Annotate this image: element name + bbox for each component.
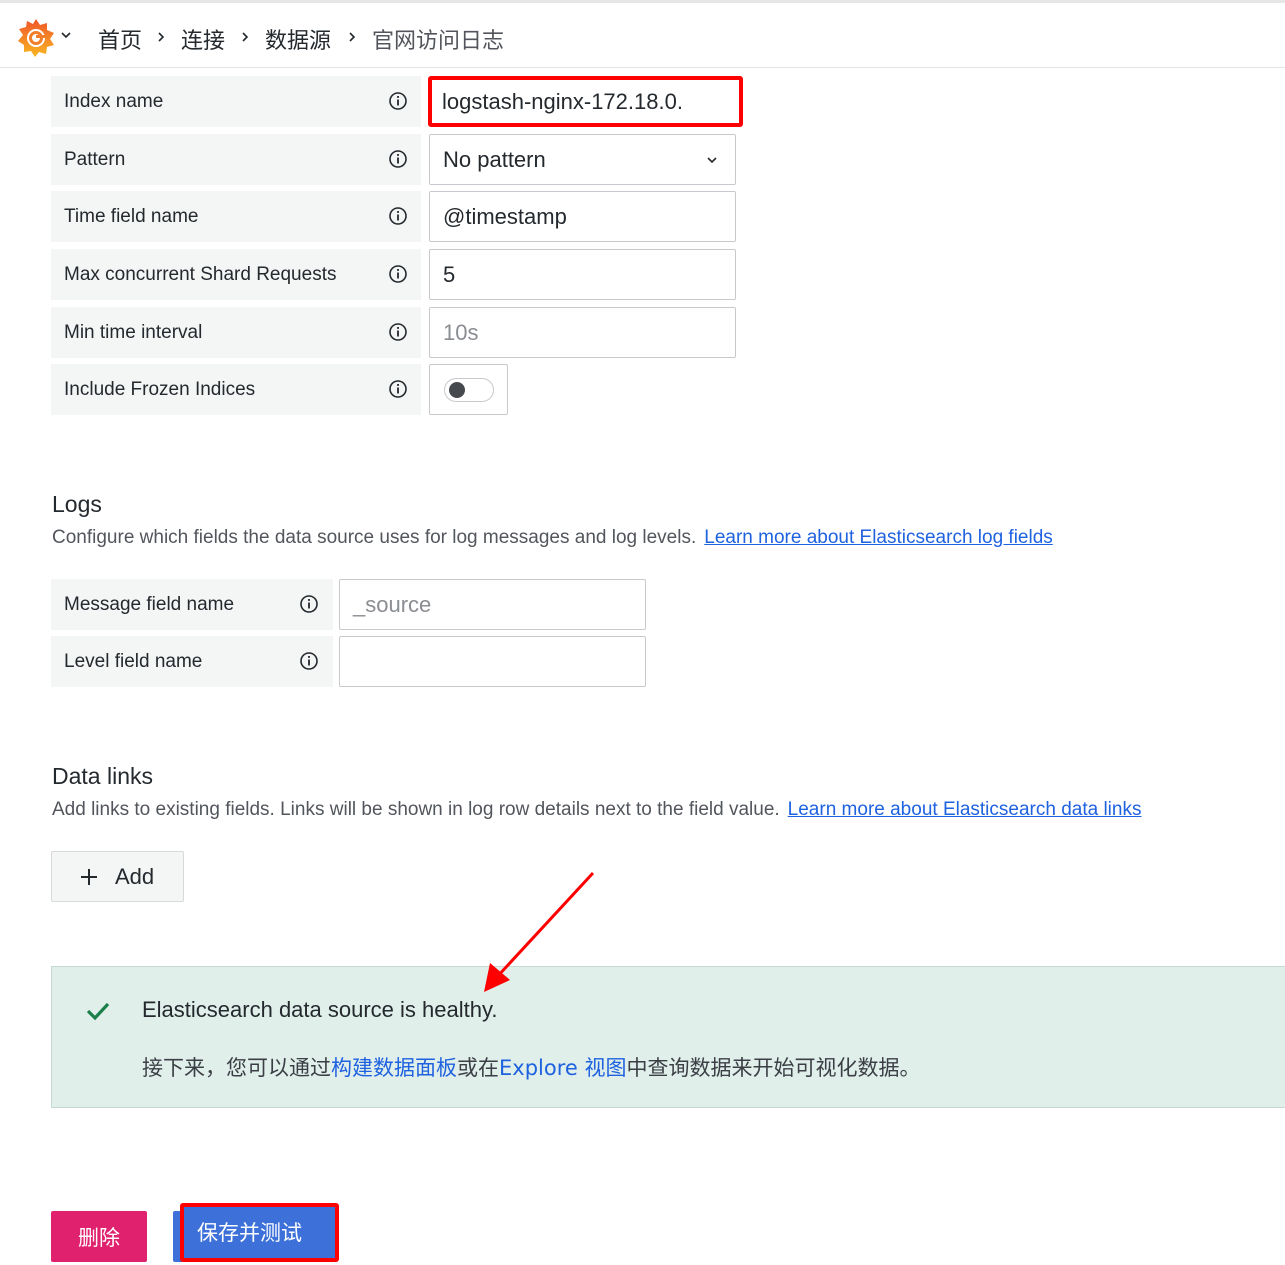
info-circle-icon[interactable]: [299, 594, 319, 614]
index-name-label: Index name: [51, 76, 421, 127]
chevron-right-icon: [349, 32, 356, 42]
explore-view-link[interactable]: Explore 视图: [499, 1056, 626, 1080]
time-field-input[interactable]: @timestamp: [429, 191, 736, 242]
alert-msg-suffix: 中查询数据来开始可视化数据。: [626, 1056, 921, 1080]
breadcrumb-connections[interactable]: 连接: [181, 23, 225, 55]
data-links-section-description: Add links to existing fields. Links will…: [52, 799, 1141, 821]
level-field-label: Level field name: [51, 636, 333, 687]
info-circle-icon[interactable]: [388, 264, 408, 284]
annotation-arrow: [484, 871, 595, 992]
breadcrumb-current: 官网访问日志: [372, 29, 505, 54]
alert-title: Elasticsearch data source is healthy.: [142, 997, 498, 1022]
frozen-indices-label: Include Frozen Indices: [51, 364, 421, 415]
chevron-right-icon: [242, 32, 249, 42]
data-links-description-text: Add links to existing fields. Links will…: [52, 799, 780, 820]
pattern-select-value: No pattern: [443, 147, 546, 172]
max-shard-label: Max concurrent Shard Requests: [51, 249, 421, 300]
info-circle-icon[interactable]: [388, 379, 408, 399]
max-shard-input[interactable]: 5: [429, 249, 736, 300]
pattern-label: Pattern: [51, 134, 421, 185]
chevron-down-icon[interactable]: [60, 29, 72, 41]
check-icon: [86, 1002, 110, 1021]
frozen-indices-toggle[interactable]: [429, 364, 508, 415]
toggle-knob: [449, 382, 465, 398]
info-circle-icon[interactable]: [388, 149, 408, 169]
pattern-select[interactable]: No pattern: [429, 134, 736, 185]
health-check-alert: Elasticsearch data source is healthy. 接下…: [51, 966, 1285, 1108]
add-data-link-label: Add: [115, 864, 155, 889]
chevron-down-icon: [707, 157, 717, 164]
alert-message: 接下来，您可以通过构建数据面板或在Explore 视图中查询数据来开始可视化数据…: [142, 1052, 920, 1082]
info-circle-icon[interactable]: [299, 651, 319, 671]
alert-msg-mid: 或在: [457, 1056, 499, 1080]
logs-learn-more-link[interactable]: Learn more about Elasticsearch log field…: [704, 527, 1053, 548]
logs-section-title: Logs: [52, 491, 102, 517]
build-dashboard-link[interactable]: 构建数据面板: [331, 1056, 457, 1080]
add-data-link-button[interactable]: Add: [51, 851, 184, 902]
message-field-input[interactable]: _source: [339, 579, 646, 630]
breadcrumb-home[interactable]: 首页: [98, 23, 142, 55]
annotation-highlight-box: [180, 1203, 339, 1262]
min-interval-label: Min time interval: [51, 307, 421, 358]
top-nav-bar: 首页 连接 数据源 官网访问日志: [0, 0, 1285, 68]
logs-description-text: Configure which fields the data source u…: [52, 527, 697, 548]
time-field-label: Time field name: [51, 191, 421, 242]
alert-msg-prefix: 接下来，您可以通过: [142, 1056, 331, 1080]
info-circle-icon[interactable]: [388, 206, 408, 226]
plus-icon: [81, 869, 97, 885]
logs-section-description: Configure which fields the data source u…: [52, 527, 1053, 549]
message-field-label: Message field name: [51, 579, 333, 630]
chevron-right-icon: [158, 32, 165, 42]
toggle-track: [444, 378, 494, 402]
info-circle-icon[interactable]: [388, 91, 408, 111]
info-circle-icon[interactable]: [388, 322, 408, 342]
grafana-logo-icon[interactable]: [16, 17, 56, 57]
level-field-input[interactable]: [339, 636, 646, 687]
index-name-input[interactable]: logstash-nginx-172.18.0.: [428, 76, 743, 127]
min-interval-input[interactable]: 10s: [429, 307, 736, 358]
breadcrumb-datasources[interactable]: 数据源: [265, 23, 331, 55]
save-test-button-wrapper: 保存并测试: [173, 1203, 339, 1262]
data-links-learn-more-link[interactable]: Learn more about Elasticsearch data link…: [788, 799, 1142, 820]
data-links-section-title: Data links: [52, 763, 153, 789]
delete-button[interactable]: 删除: [51, 1211, 147, 1262]
